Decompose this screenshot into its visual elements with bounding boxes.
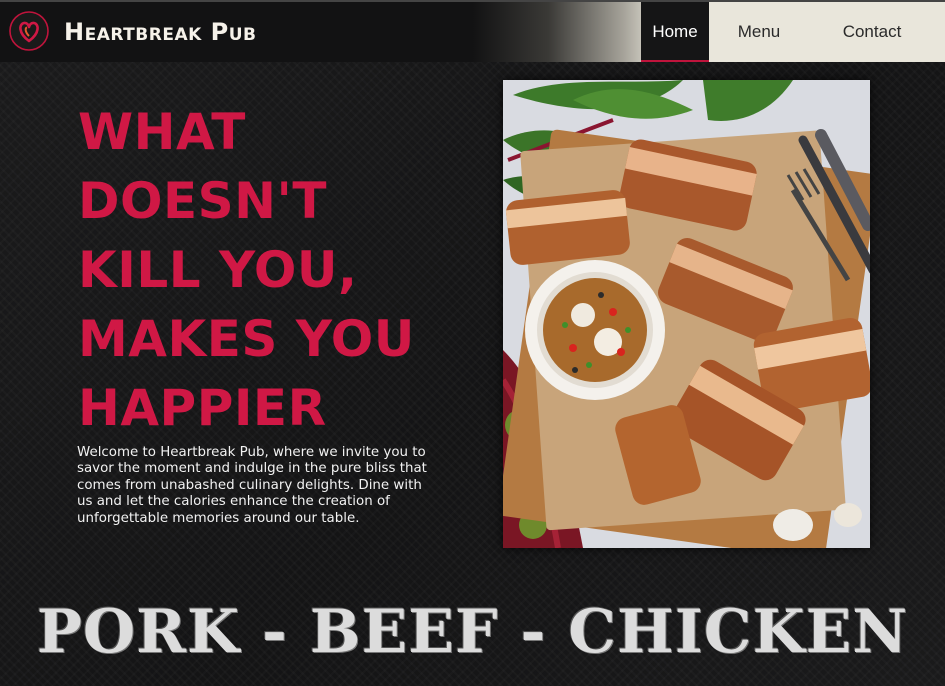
nav-home[interactable]: Home bbox=[641, 2, 709, 62]
pork-belly-platter-image bbox=[503, 80, 870, 548]
nav-menu[interactable]: Menu bbox=[709, 2, 809, 62]
headline-line: Makes You bbox=[78, 310, 415, 368]
food-photo bbox=[503, 80, 870, 548]
hero-headline: What Doesn't Kill You, Makes You Happier bbox=[78, 98, 478, 443]
meat-categories-banner: PORK - BEEF - CHICKEN bbox=[36, 597, 909, 667]
headline-line: Doesn't bbox=[78, 172, 327, 230]
nav-contact[interactable]: Contact bbox=[809, 2, 945, 62]
headline-line: Happier bbox=[78, 379, 327, 437]
headline-line: What bbox=[78, 103, 246, 161]
intro-text: Welcome to Heartbreak Pub, where we invi… bbox=[77, 445, 427, 526]
site-header: Heartbreak Pub Home Menu Contact bbox=[0, 0, 945, 62]
main-nav: Home Menu Contact bbox=[641, 2, 945, 62]
heart-logo-icon[interactable] bbox=[8, 10, 50, 52]
brand-name[interactable]: Heartbreak Pub bbox=[64, 14, 256, 50]
page: Heartbreak Pub Home Menu Contact What Do… bbox=[0, 0, 945, 686]
headline-line: Kill You, bbox=[78, 241, 358, 299]
